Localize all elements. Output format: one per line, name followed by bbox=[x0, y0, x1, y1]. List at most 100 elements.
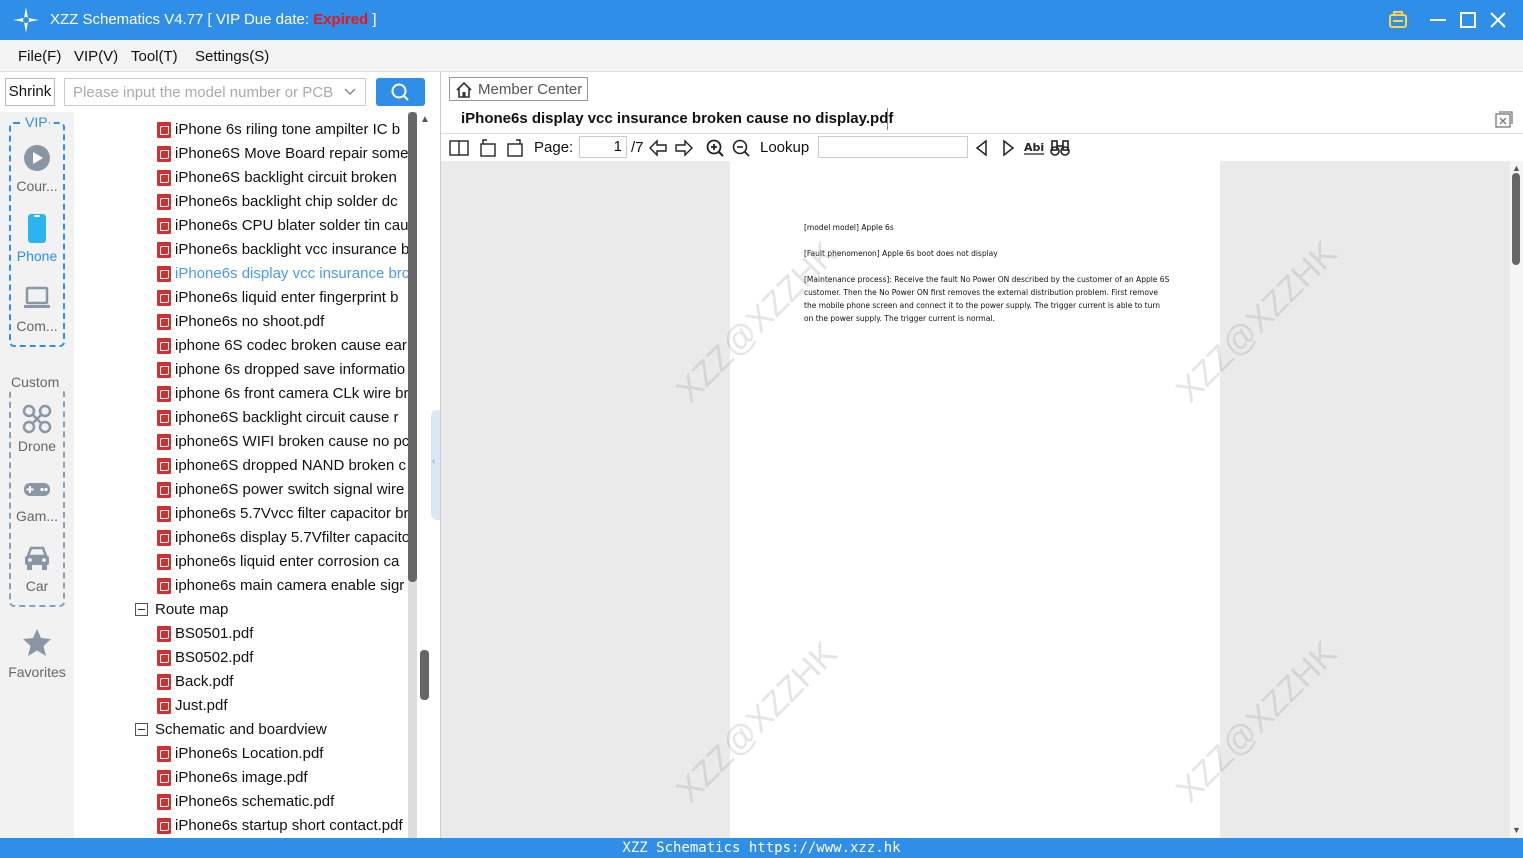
next-page-arrow-icon[interactable] bbox=[674, 138, 694, 158]
tree-row-label: iPhone6S Move Board repair some bbox=[175, 145, 409, 162]
star-icon bbox=[23, 629, 51, 656]
minimize-icon[interactable] bbox=[1427, 9, 1449, 31]
close-icon[interactable] bbox=[1487, 9, 1509, 31]
binoculars-icon[interactable] bbox=[1050, 138, 1070, 158]
pdf-file-icon bbox=[157, 122, 171, 138]
pdf-file-icon bbox=[157, 530, 171, 546]
document-tab[interactable]: iPhone6s display vcc insurance broken ca… bbox=[461, 110, 893, 127]
lookup-input[interactable] bbox=[818, 136, 968, 158]
pdf-file-icon bbox=[157, 146, 171, 162]
page-text-line: customer. Then the No Power ON first rem… bbox=[804, 288, 1159, 297]
maximize-icon[interactable] bbox=[1457, 9, 1479, 31]
tab-separator bbox=[887, 108, 888, 130]
phone-icon bbox=[28, 214, 46, 243]
match-case-icon[interactable]: Abi bbox=[1024, 138, 1044, 158]
home-icon bbox=[456, 81, 472, 98]
lookup-label: Lookup bbox=[760, 139, 810, 156]
member-center-tab[interactable]: Member Center bbox=[449, 77, 588, 101]
tree-row-label: iPhone6s image.pdf bbox=[175, 769, 308, 786]
tree-row-label: iphone6S dropped NAND broken c bbox=[175, 457, 406, 474]
page-text-line: the mobile phone screen and connect it t… bbox=[804, 301, 1161, 310]
tree-row-label: Route map bbox=[155, 601, 229, 618]
two-page-view-icon[interactable] bbox=[449, 138, 469, 158]
viewer-scrollbar[interactable]: ▲ ▼ bbox=[1510, 161, 1523, 838]
menu-settings[interactable]: Settings(S) bbox=[195, 48, 269, 65]
menu-bar: File(F) VIP(V) Tool(T) Settings(S) bbox=[0, 40, 1523, 72]
rotate-left-icon[interactable] bbox=[478, 138, 498, 158]
chevron-down-icon[interactable] bbox=[343, 85, 357, 99]
rotate-right-icon[interactable] bbox=[505, 138, 525, 158]
pdf-file-icon bbox=[157, 770, 171, 786]
page-text-line: [Maintenance process]: Receive the fault… bbox=[804, 275, 1170, 284]
tree-row-label: iPhone6s CPU blater solder tin cau bbox=[175, 217, 409, 234]
svg-text:Abi: Abi bbox=[1024, 141, 1044, 154]
menu-file[interactable]: File(F) bbox=[18, 48, 61, 65]
file-tree: iPhone 6s riling tone ampilter IC b iPhon… bbox=[74, 112, 416, 838]
tree-row-label: iPhone6s backlight vcc insurance b bbox=[175, 241, 410, 258]
tree-row-label: iphone6S power switch signal wire bbox=[175, 481, 405, 498]
category-rail: VIP Cour... Phone Com... Custom Drone Ga… bbox=[0, 112, 74, 838]
find-previous-icon[interactable] bbox=[972, 138, 992, 158]
pdf-file-icon bbox=[157, 578, 171, 594]
tree-row-label: iPhone6s liquid enter fingerprint b bbox=[175, 289, 399, 306]
drone-icon bbox=[22, 404, 52, 434]
menu-vip[interactable]: VIP(V) bbox=[74, 48, 118, 65]
pdf-file-icon bbox=[157, 746, 171, 762]
tree-text-clip-bar[interactable] bbox=[408, 112, 417, 582]
zoom-out-icon[interactable] bbox=[731, 138, 751, 158]
close-document-icon[interactable] bbox=[1495, 111, 1513, 128]
pdf-file-icon bbox=[157, 194, 171, 210]
viewer-scrollbar-thumb[interactable] bbox=[1512, 173, 1520, 265]
tree-row-label: iPhone6s no shoot.pdf bbox=[175, 313, 325, 330]
page-text-line: [model model] Apple 6s bbox=[804, 223, 894, 232]
tree-row-label: iPhone6s backlight chip solder dc bbox=[175, 193, 398, 210]
pdf-file-icon bbox=[157, 482, 171, 498]
pdf-file-icon bbox=[157, 818, 171, 834]
previous-page-arrow-icon[interactable] bbox=[648, 138, 668, 158]
tree-row-label: Schematic and boardview bbox=[155, 721, 327, 738]
vip-badge-icon[interactable] bbox=[1387, 9, 1409, 31]
scroll-up-arrow-icon[interactable]: ▲ bbox=[420, 114, 430, 125]
page-total: /7 bbox=[631, 139, 644, 156]
collapse-toggle-icon[interactable] bbox=[135, 723, 148, 736]
pdf-file-icon bbox=[157, 650, 171, 666]
pdf-file-icon bbox=[157, 314, 171, 330]
scroll-up-arrow-icon[interactable]: ▲ bbox=[1512, 163, 1521, 173]
tree-row-label: iphone6s main camera enable sigr bbox=[175, 577, 405, 594]
tree-row-label: BS0501.pdf bbox=[175, 625, 254, 642]
gamepad-icon bbox=[24, 483, 50, 496]
tree-row-label: iPhone6s startup short contact.pdf bbox=[175, 817, 403, 834]
zoom-in-icon[interactable] bbox=[705, 138, 725, 158]
page-text-line: on the power supply. The trigger current… bbox=[804, 314, 995, 323]
pdf-viewer: [model model] Apple 6s [Fault phenomenon… bbox=[441, 161, 1510, 838]
search-button[interactable] bbox=[376, 78, 425, 106]
tree-scrollbar-thumb[interactable] bbox=[420, 650, 429, 700]
tree-row-label: iphone 6s front camera CLk wire br bbox=[175, 385, 409, 402]
search-input[interactable] bbox=[73, 82, 335, 102]
tree-row-label: iphone6S WIFI broken cause no pc bbox=[175, 433, 410, 450]
menu-tool[interactable]: Tool(T) bbox=[131, 48, 178, 65]
tree-row-label: iphone6S backlight circuit cause r bbox=[175, 409, 399, 426]
car-icon bbox=[25, 546, 49, 570]
tree-row-label: iphone6s liquid enter corrosion ca bbox=[175, 553, 400, 570]
pdf-file-icon bbox=[157, 626, 171, 642]
tree-row-label: iphone 6S codec broken cause ear bbox=[175, 337, 407, 354]
tree-scrollbar[interactable]: ▲ bbox=[418, 112, 431, 838]
tree-row-label: iphone6s display 5.7Vfilter capacito bbox=[175, 529, 411, 546]
scroll-down-arrow-icon[interactable]: ▼ bbox=[1512, 825, 1521, 835]
laptop-icon bbox=[24, 286, 50, 308]
pdf-file-icon bbox=[157, 410, 171, 426]
status-bar: XZZ Schematics https://www.xzz.hk bbox=[0, 838, 1523, 858]
pdf-file-icon bbox=[157, 362, 171, 378]
title-bar: XZZ Schematics V4.77 [ VIP Due date: Exp… bbox=[0, 0, 1523, 40]
pdf-file-icon bbox=[157, 242, 171, 258]
tree-row-label: iPhone6s display vcc insurance brc bbox=[175, 265, 410, 282]
shrink-button[interactable]: Shrink bbox=[5, 78, 55, 106]
pdf-toolbar: Page: 1 /7 Lookup Abi bbox=[441, 135, 1523, 161]
collapse-toggle-icon[interactable] bbox=[135, 603, 148, 616]
pdf-file-icon bbox=[157, 266, 171, 282]
vip-status-expired: Expired bbox=[313, 11, 369, 28]
find-next-icon[interactable] bbox=[998, 138, 1018, 158]
model-search-combobox[interactable] bbox=[64, 78, 366, 106]
page-number-input[interactable]: 1 bbox=[579, 136, 627, 158]
